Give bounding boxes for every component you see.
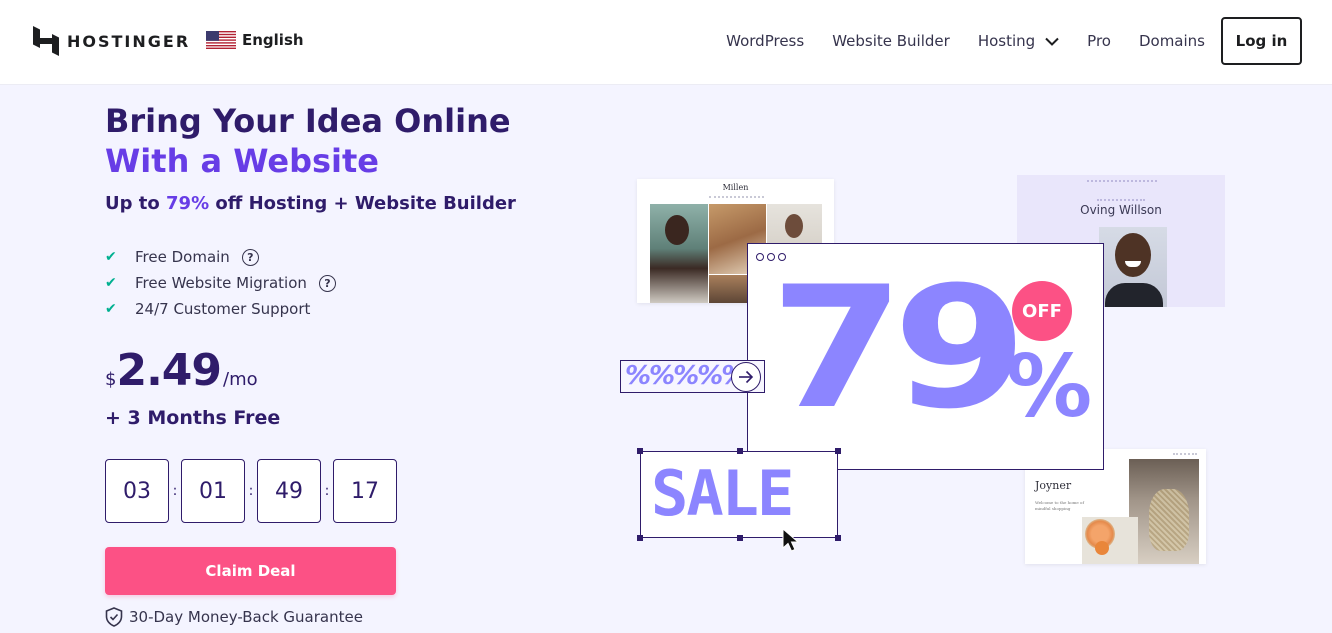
- check-icon: ✔: [105, 301, 117, 317]
- resize-handle: [835, 535, 841, 541]
- template-nav-dots: [1173, 453, 1197, 455]
- nav-label: Domains: [1138, 32, 1205, 50]
- price-amount: 2.49: [116, 345, 222, 396]
- arrow-right-icon: [731, 362, 761, 392]
- language-selector[interactable]: English: [206, 31, 304, 49]
- resize-handle: [637, 535, 643, 541]
- off-badge: OFF: [1012, 281, 1072, 341]
- main-nav: WordPress Website Builder Hosting Pro Do…: [726, 17, 1302, 65]
- brand-name: HOSTINGER: [67, 31, 191, 51]
- resize-handle: [737, 535, 743, 541]
- bonus-text: + 3 Months Free: [105, 407, 281, 429]
- feature-item: ✔ 24/7 Customer Support: [105, 296, 336, 322]
- portrait-head: [665, 215, 689, 245]
- template-nav-dots: [709, 196, 764, 198]
- portrait-head: [1115, 233, 1151, 277]
- template-title: Oving Willson: [1080, 203, 1162, 217]
- help-icon[interactable]: ?: [241, 248, 259, 266]
- login-button[interactable]: Log in: [1221, 17, 1302, 65]
- resize-handle: [835, 448, 841, 454]
- hostinger-logo-icon: [33, 26, 59, 56]
- resize-handle: [737, 448, 743, 454]
- window-dot-icon: [756, 253, 764, 261]
- sale-selection-box: SALE: [637, 448, 841, 541]
- template-nav-dots: [1087, 180, 1157, 182]
- produce-bag: [1149, 489, 1189, 551]
- brand-logo[interactable]: HOSTINGER: [33, 26, 190, 56]
- nav-label: Website Builder: [832, 32, 950, 50]
- nav-label: WordPress: [726, 32, 805, 50]
- portrait-head: [785, 214, 803, 238]
- subtitle-prefix: Up to: [105, 193, 167, 214]
- orange: [1095, 541, 1109, 555]
- price-currency: $: [105, 369, 117, 390]
- template-nav-dots: [1097, 199, 1145, 201]
- hero-title-line2: With a Website: [105, 142, 379, 180]
- countdown-minutes: 49: [257, 459, 321, 523]
- discount-big-number: 79: [770, 250, 1027, 446]
- feature-item: ✔ Free Domain ?: [105, 244, 336, 270]
- countdown-separator: :: [248, 483, 254, 499]
- language-label: English: [242, 31, 304, 49]
- feature-label: 24/7 Customer Support: [135, 300, 311, 318]
- template-title: Joyner: [1035, 479, 1072, 492]
- nav-domains[interactable]: Domains: [1139, 17, 1205, 65]
- percent-strip-text: %%%%%: [625, 361, 747, 391]
- nav-hosting[interactable]: Hosting: [978, 17, 1059, 65]
- check-icon: ✔: [105, 275, 117, 291]
- nav-label: Hosting: [977, 32, 1036, 50]
- help-icon[interactable]: ?: [318, 274, 336, 292]
- template-body-text: Welcome to the home of mindful shopping: [1035, 500, 1084, 511]
- guarantee-label: 30-Day Money-Back Guarantee: [129, 608, 363, 626]
- sale-text: SALE: [651, 457, 794, 530]
- feature-label: Free Domain: [135, 248, 230, 266]
- percent-strip: %%%%%: [620, 360, 765, 393]
- chevron-down-icon: [1045, 37, 1059, 46]
- template-title: Millen: [722, 183, 749, 192]
- price-period: /mo: [223, 369, 258, 390]
- discount-percent-sign: %: [1006, 337, 1093, 437]
- check-icon: ✔: [105, 249, 117, 265]
- subtitle-suffix: off Hosting + Website Builder: [209, 193, 516, 214]
- countdown-days: 03: [105, 459, 169, 523]
- hero-title: Bring Your Idea Online With a Website: [105, 101, 511, 181]
- countdown-seconds: 17: [333, 459, 397, 523]
- countdown-hours: 01: [181, 459, 245, 523]
- countdown-timer: 03 : 01 : 49 : 17: [105, 459, 397, 523]
- feature-list: ✔ Free Domain ? ✔ Free Website Migration…: [105, 244, 336, 322]
- countdown-separator: :: [172, 483, 178, 499]
- top-navbar: HOSTINGER English WordPress Website Buil…: [0, 0, 1332, 85]
- feature-item: ✔ Free Website Migration ?: [105, 270, 336, 296]
- nav-website-builder[interactable]: Website Builder: [832, 17, 950, 65]
- mouse-cursor-icon: [782, 528, 800, 552]
- price: $ 2.49 /mo: [105, 345, 258, 396]
- money-back-guarantee: 30-Day Money-Back Guarantee: [105, 607, 363, 627]
- nav-wordpress[interactable]: WordPress: [726, 17, 804, 65]
- nav-pro[interactable]: Pro: [1087, 17, 1111, 65]
- portrait-body: [1105, 283, 1163, 307]
- countdown-separator: :: [324, 483, 330, 499]
- feature-label: Free Website Migration: [135, 274, 307, 292]
- hero-title-line1: Bring Your Idea Online: [105, 102, 511, 140]
- resize-handle: [637, 448, 643, 454]
- shield-check-icon: [105, 607, 123, 627]
- us-flag-icon: [206, 31, 236, 49]
- hero-subtitle: Up to 79% off Hosting + Website Builder: [105, 193, 516, 214]
- subtitle-discount: 79%: [166, 193, 210, 214]
- nav-label: Pro: [1087, 32, 1111, 50]
- discount-browser-frame: 79 % OFF: [747, 243, 1104, 470]
- claim-deal-button[interactable]: Claim Deal: [105, 547, 396, 595]
